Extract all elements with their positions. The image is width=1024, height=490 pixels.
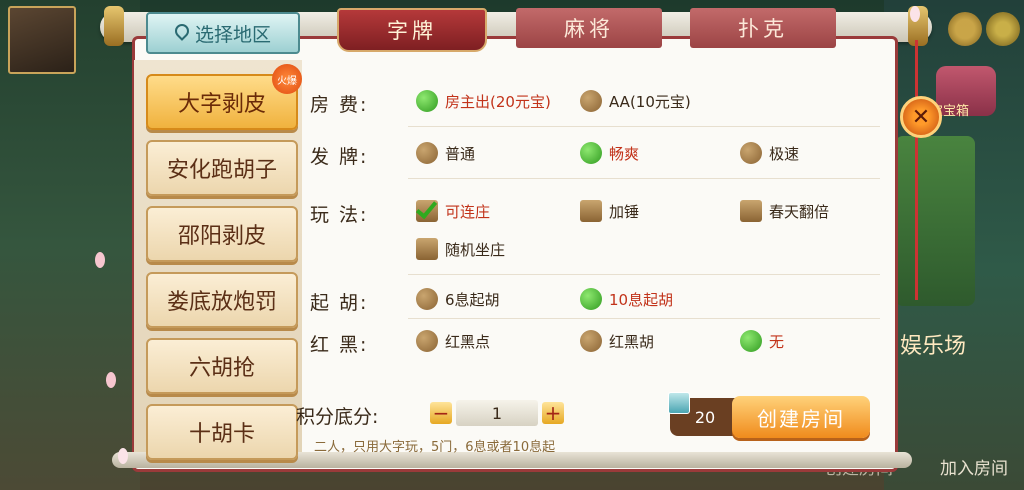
radio-icon [580,288,602,310]
radio-icon [580,142,602,164]
tab-poker[interactable]: 扑克 [690,8,836,48]
option-fee-owner[interactable]: 房主出(20元宝) [416,90,551,112]
option-text: 畅爽 [609,144,640,163]
option-start-6[interactable]: 6息起胡 [416,288,500,310]
cost-value: 20 [694,407,716,427]
radio-icon [416,90,438,112]
game-item-label: 邵阳剥皮 [177,224,266,249]
radio-icon [416,330,438,352]
checkbox-icon [580,200,602,222]
tab-zipai[interactable]: 字牌 [337,8,487,52]
tab-zipai-label: 字牌 [387,19,437,43]
create-room-button[interactable]: 创建房间 [732,396,870,438]
radio-icon [416,288,438,310]
settings-gear-icon[interactable] [986,12,1020,46]
start-hu-label: 起 胡: [310,292,369,314]
score-value[interactable]: 1 [456,400,538,426]
petal-decoration [106,372,116,388]
option-deal-normal[interactable]: 普通 [416,142,475,164]
tab-poker-label: 扑克 [738,17,788,41]
option-text: 加锤 [609,202,640,221]
player-avatar[interactable] [8,6,76,74]
option-play-random-dealer[interactable]: 随机坐庄 [416,238,505,260]
select-region-button[interactable]: 选择地区 [146,12,300,54]
tab-mahjong-label: 麻将 [564,17,614,41]
radio-icon [740,142,762,164]
radio-icon [740,330,762,352]
game-item-label: 大字剥皮 [177,92,266,117]
radio-icon [416,142,438,164]
game-item-label: 六胡抢 [188,356,255,381]
option-text: 房主出(20元宝) [445,92,551,111]
option-text: 红黑点 [445,332,491,351]
checkbox-icon [416,200,438,222]
score-label: 积分底分: [296,406,379,428]
coin-icon[interactable] [948,12,982,46]
checkbox-icon [416,238,438,260]
option-text: 随机坐庄 [445,240,506,259]
option-red-black-dot[interactable]: 红黑点 [416,330,490,352]
hot-badge: 火爆 [272,64,302,94]
game-item-label: 安化跑胡子 [166,158,277,183]
option-text: 极速 [769,144,800,163]
radio-icon [580,90,602,112]
option-play-spring-double[interactable]: 春天翻倍 [740,200,829,222]
radio-icon [580,330,602,352]
option-red-black-none[interactable]: 无 [740,330,784,352]
play-label: 玩 法: [310,204,369,226]
score-plus-button[interactable]: + [542,402,564,424]
divider [408,318,880,319]
decorative-string [915,40,918,300]
select-region-label: 选择地区 [194,23,271,46]
score-minus-button[interactable]: − [430,402,452,424]
red-black-label: 红 黑: [310,334,369,356]
option-text: 无 [769,332,785,351]
option-text: 10息起胡 [609,290,674,309]
tab-mahjong[interactable]: 麻将 [516,8,662,48]
petal-decoration [910,6,920,22]
option-deal-fast[interactable]: 极速 [740,142,799,164]
option-play-hammer[interactable]: 加锤 [580,200,639,222]
option-start-10[interactable]: 10息起胡 [580,288,673,310]
option-red-black-hu[interactable]: 红黑胡 [580,330,654,352]
option-play-continuous-dealer[interactable]: 可连庄 [416,200,490,222]
gem-icon [668,392,690,414]
checkbox-icon [740,200,762,222]
petal-decoration [118,448,128,464]
deal-label: 发 牌: [310,146,369,168]
room-fee-label: 房 费: [310,94,369,116]
game-description: 二人，只用大字玩，5门，6息或者10息起 [314,440,556,455]
join-room-button[interactable]: 加入房间 [940,454,1008,479]
petal-decoration [95,252,105,268]
option-text: 可连庄 [445,202,491,221]
option-text: 普通 [445,144,476,163]
option-text: AA(10元宝) [609,92,691,111]
game-item-liuhuqiang[interactable]: 六胡抢 [146,338,298,394]
option-text: 红黑胡 [609,332,655,351]
entertainment-card[interactable] [895,136,975,306]
divider [408,178,880,179]
option-deal-smooth[interactable]: 畅爽 [580,142,639,164]
option-text: 春天翻倍 [769,202,830,221]
game-item-shaoyang-bopi[interactable]: 邵阳剥皮 [146,206,298,262]
game-item-dazi-bopi[interactable]: 大字剥皮 火爆 [146,64,302,130]
game-item-label: 十胡卡 [188,422,255,447]
close-button[interactable]: ✕ [900,96,942,138]
divider [408,126,880,127]
location-pin-icon [175,24,189,42]
option-text: 6息起胡 [445,290,500,309]
game-item-anhua-paohuzi[interactable]: 安化跑胡子 [146,140,298,196]
rod-knob-left [104,6,124,46]
game-item-loudi-fangpaofa[interactable]: 娄底放炮罚 [146,272,298,328]
divider [408,274,880,275]
game-item-label: 娄底放炮罚 [166,290,277,315]
game-item-shihuka[interactable]: 十胡卡 [146,404,298,460]
entertainment-label: 娱乐场 [900,334,967,359]
option-fee-aa[interactable]: AA(10元宝) [580,90,691,112]
